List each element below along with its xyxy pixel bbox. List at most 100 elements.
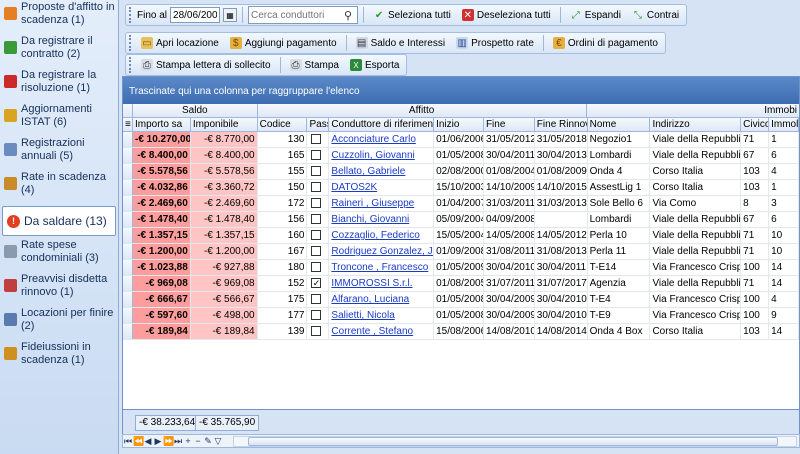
table-row[interactable]: -€ 1.478,40 -€ 1.478,40 156 Bianchi, Giovan…: [123, 212, 799, 228]
print-button[interactable]: ⎙ Stampa: [286, 56, 343, 74]
conduttore-value[interactable]: Rodriguez Gonzalez, Julio: [331, 246, 433, 257]
conduttore-value[interactable]: Salietti, Nicola: [331, 310, 394, 321]
row-selector[interactable]: [123, 148, 133, 163]
row-selector[interactable]: [123, 164, 133, 179]
conduttore-value[interactable]: Corrente , Stefano: [331, 326, 413, 337]
last-record-icon[interactable]: ⏭: [173, 436, 183, 447]
sidebar-item[interactable]: Aggiornamenti ISTAT (6): [0, 102, 118, 136]
column-header[interactable]: Inizio: [434, 118, 484, 131]
sidebar-item[interactable]: ! Da saldare (13): [2, 206, 116, 236]
pass-checkbox[interactable]: [311, 166, 322, 176]
edit-record-icon[interactable]: ✎: [203, 436, 213, 447]
table-row[interactable]: -€ 969,08 -€ 969,08 152 ✓ IMMOROSSI S.r.l. 01…: [123, 276, 799, 292]
conduttore-value[interactable]: Troncone , Francesco: [331, 262, 428, 273]
pass-checkbox[interactable]: [311, 230, 322, 240]
sidebar-item[interactable]: Rate spese condominiali (3): [0, 238, 118, 272]
collapse-button[interactable]: ⤡ Contrai: [628, 6, 683, 24]
row-selector[interactable]: [123, 212, 133, 227]
payment-orders-button[interactable]: € Ordini di pagamento: [549, 34, 662, 52]
sidebar-item[interactable]: Preavvisi disdetta rinnovo (1): [0, 272, 118, 306]
column-header[interactable]: Pass: [307, 118, 330, 131]
scrollbar-thumb[interactable]: [248, 437, 778, 446]
sidebar-item[interactable]: Rate in scadenza (4): [0, 170, 118, 204]
date-input[interactable]: [170, 7, 221, 23]
table-row[interactable]: -€ 5.578,56 -€ 5.578,56 155 Bellato, Gabrie…: [123, 164, 799, 180]
balance-interest-button[interactable]: ▤ Saldo e Interessi: [352, 34, 450, 52]
conduttore-value[interactable]: Cuzzolin, Giovanni: [331, 150, 414, 161]
table-row[interactable]: -€ 597,60 -€ 498,00 177 Salietti, Nicola 01/…: [123, 308, 799, 324]
rate-schedule-button[interactable]: ▥ Prospetto rate: [452, 34, 538, 52]
sidebar-item[interactable]: Locazioni per finire (2): [0, 306, 118, 340]
conduttore-value[interactable]: Raineri , Giuseppe: [331, 198, 414, 209]
row-selector[interactable]: [123, 308, 133, 323]
column-header[interactable]: Nome: [588, 118, 651, 131]
column-header[interactable]: Indirizzo: [650, 118, 742, 131]
print-reminder-button[interactable]: ⎙ Stampa lettera di sollecito: [137, 56, 275, 74]
pass-checkbox[interactable]: [311, 182, 322, 192]
conduttore-value[interactable]: Bianchi, Giovanni: [331, 214, 409, 225]
calendar-icon[interactable]: ▦: [223, 8, 238, 22]
column-header[interactable]: Imponibile: [191, 118, 258, 131]
pass-checkbox[interactable]: [311, 198, 322, 208]
table-row[interactable]: -€ 1.023,88 -€ 927,88 180 Troncone , France…: [123, 260, 799, 276]
expand-button[interactable]: ⤢ Espandi: [566, 6, 625, 24]
table-row[interactable]: -€ 8.400,00 -€ 8.400,00 165 Cuzzolin, Giova…: [123, 148, 799, 164]
add-record-icon[interactable]: +: [183, 436, 193, 446]
conduttore-value[interactable]: Bellato, Gabriele: [331, 166, 405, 177]
row-selector[interactable]: [123, 244, 133, 259]
sidebar-item[interactable]: Da registrare il contratto (2): [0, 34, 118, 68]
column-header[interactable]: Immol: [769, 118, 799, 131]
conduttore-value[interactable]: Acconciature Carlo: [331, 134, 415, 145]
open-lease-button[interactable]: ▭ Apri locazione: [137, 34, 223, 52]
conduttore-value[interactable]: IMMOROSSI S.r.l.: [331, 278, 412, 289]
band-affitto[interactable]: Affitto: [258, 104, 587, 117]
table-row[interactable]: -€ 10.270,00 -€ 8.770,00 130 Acconciature C…: [123, 132, 799, 148]
row-selector[interactable]: [123, 276, 133, 291]
search-box[interactable]: ⚲: [248, 6, 359, 24]
column-header[interactable]: Civico: [741, 118, 770, 131]
next-record-icon[interactable]: ▶: [153, 436, 163, 447]
table-row[interactable]: -€ 1.200,00 -€ 1.200,00 167 Rodriguez Gonza…: [123, 244, 799, 260]
pass-checkbox[interactable]: [311, 150, 322, 160]
toolbar-grip[interactable]: [129, 35, 132, 51]
delete-record-icon[interactable]: −: [193, 436, 203, 446]
table-row[interactable]: -€ 4.032,86 -€ 3.360,72 150 DATOS2K 15/10/20…: [123, 180, 799, 196]
sidebar-item[interactable]: Proposte d'affitto in scadenza (1): [0, 0, 118, 34]
previous-page-icon[interactable]: ⏪: [133, 436, 144, 447]
search-input[interactable]: [249, 9, 342, 21]
pass-checkbox[interactable]: [311, 262, 322, 272]
group-by-area[interactable]: Trascinate qui una colonna per raggruppa…: [123, 77, 799, 104]
pass-checkbox[interactable]: [311, 214, 322, 224]
conduttore-value[interactable]: DATOS2K: [331, 182, 377, 193]
row-selector[interactable]: [123, 180, 133, 195]
row-selector[interactable]: [123, 324, 133, 339]
sidebar-item[interactable]: Fideiussioni in scadenza (1): [0, 340, 118, 374]
first-record-icon[interactable]: ⏮: [123, 436, 133, 447]
column-header[interactable]: Fine: [484, 118, 535, 131]
sidebar-item[interactable]: Registrazioni annuali (5): [0, 136, 118, 170]
toolbar-grip[interactable]: [129, 7, 132, 23]
row-selector[interactable]: [123, 228, 133, 243]
table-row[interactable]: -€ 666,67 -€ 566,67 175 Alfarano, Luciana 01…: [123, 292, 799, 308]
band-saldo[interactable]: Saldo: [133, 104, 258, 117]
table-row[interactable]: -€ 1.357,15 -€ 1.357,15 160 Cozzaglio, Fede…: [123, 228, 799, 244]
horizontal-scrollbar[interactable]: [233, 436, 797, 447]
export-button[interactable]: X Esporta: [346, 56, 403, 74]
conduttore-value[interactable]: Alfarano, Luciana: [331, 294, 409, 305]
conduttore-value[interactable]: Cozzaglio, Federico: [331, 230, 419, 241]
column-header[interactable]: Fine Rinnov: [535, 118, 588, 131]
row-selector[interactable]: [123, 292, 133, 307]
filter-icon[interactable]: ▽: [213, 436, 223, 447]
add-payment-button[interactable]: $ Aggiungi pagamento: [226, 34, 341, 52]
row-selector[interactable]: [123, 132, 133, 147]
sidebar-item[interactable]: Da registrare la risoluzione (1): [0, 68, 118, 102]
pass-checkbox[interactable]: ✓: [311, 278, 322, 288]
previous-record-icon[interactable]: ◀: [143, 436, 153, 447]
column-chooser-icon[interactable]: ≡: [123, 118, 133, 131]
select-all-button[interactable]: ✔ Seleziona tutti: [369, 6, 455, 24]
pass-checkbox[interactable]: [311, 134, 322, 144]
column-header[interactable]: Conduttore di riferimento: [329, 118, 435, 131]
pass-checkbox[interactable]: [311, 326, 322, 336]
band-immobile[interactable]: Immobi: [587, 104, 799, 117]
next-page-icon[interactable]: ⏩: [163, 436, 174, 447]
